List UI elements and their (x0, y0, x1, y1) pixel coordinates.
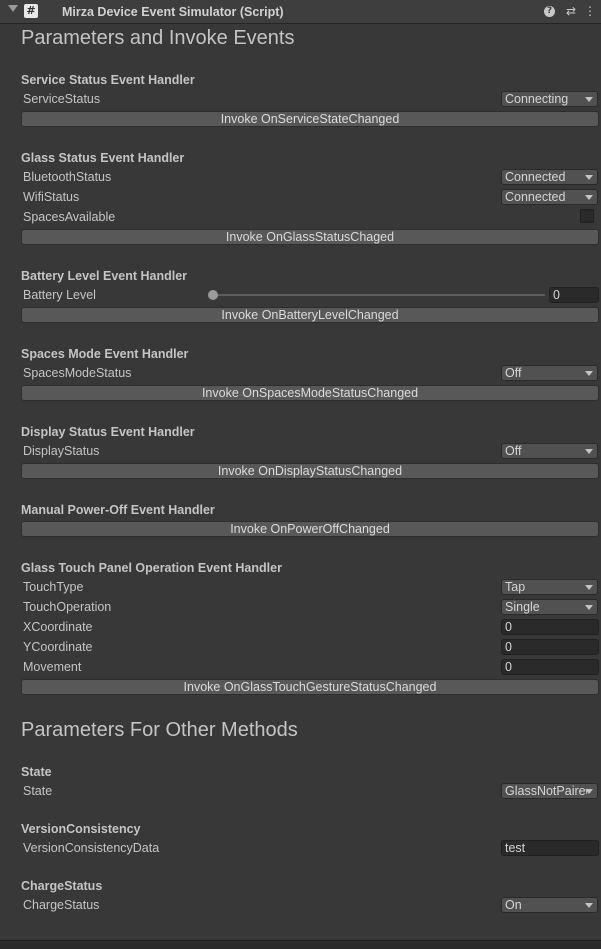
battery-level-label: Battery Level (23, 288, 96, 302)
x-coordinate-label: XCoordinate (23, 620, 93, 634)
bluetooth-status-value: Connected (505, 170, 566, 184)
touch-type-label: TouchType (23, 580, 84, 594)
wifi-status-dropdown[interactable]: Connected (501, 189, 598, 205)
group-title-display: Display Status Event Handler (21, 425, 195, 439)
presets-icon[interactable]: ⇄ (564, 4, 578, 18)
invoke-glass-touch-button[interactable]: Invoke OnGlassTouchGestureStatusChanged (21, 679, 599, 695)
service-status-dropdown[interactable]: Connecting (501, 91, 598, 107)
chevron-down-icon (585, 903, 593, 908)
bluetooth-status-label: BluetoothStatus (23, 170, 112, 184)
chevron-down-icon (585, 195, 593, 200)
y-coordinate-field[interactable]: 0 (501, 639, 599, 655)
touch-operation-dropdown[interactable]: Single (501, 599, 598, 615)
invoke-glass-status-button[interactable]: Invoke OnGlassStatusChaged (21, 229, 599, 245)
state-label: State (23, 784, 53, 798)
version-consistency-field[interactable]: test (501, 840, 599, 856)
spaces-mode-status-label: SpacesModeStatus (23, 366, 132, 380)
group-title-touch: Glass Touch Panel Operation Event Handle… (21, 561, 282, 575)
chevron-down-icon (585, 371, 593, 376)
touch-operation-label: TouchOperation (23, 600, 112, 614)
charge-status-dropdown[interactable]: On (501, 897, 598, 913)
component-header[interactable]: # Mirza Device Event Simulator (Script) … (0, 0, 601, 24)
movement-field[interactable]: 0 (501, 659, 599, 675)
service-status-label: ServiceStatus (23, 92, 101, 106)
touch-type-value: Tap (505, 580, 526, 594)
charge-status-label: ChargeStatus (23, 898, 100, 912)
battery-level-slider-thumb[interactable] (208, 290, 218, 300)
group-title-service: Service Status Event Handler (21, 73, 195, 87)
display-status-label: DisplayStatus (23, 444, 100, 458)
chevron-down-icon (585, 789, 593, 794)
spaces-available-checkbox[interactable] (580, 209, 594, 223)
wifi-status-label: WifiStatus (23, 190, 80, 204)
group-title-spaces-mode: Spaces Mode Event Handler (21, 347, 189, 361)
chevron-down-icon (585, 97, 593, 102)
chevron-down-icon (585, 585, 593, 590)
context-menu-icon[interactable]: ⋮ (583, 4, 597, 18)
script-icon: # (24, 4, 38, 18)
group-title-battery: Battery Level Event Handler (21, 269, 188, 283)
touch-type-dropdown[interactable]: Tap (501, 579, 598, 595)
wifi-status-value: Connected (505, 190, 566, 204)
service-status-value: Connecting (505, 92, 569, 106)
charge-status-value: On (505, 898, 522, 912)
display-status-dropdown[interactable]: Off (501, 443, 598, 459)
state-value: GlassNotPaired (505, 784, 587, 798)
display-status-value: Off (505, 444, 522, 458)
chevron-down-icon (585, 605, 593, 610)
group-title-version: VersionConsistency (21, 822, 141, 836)
version-consistency-label: VersionConsistencyData (23, 841, 160, 855)
y-coordinate-label: YCoordinate (23, 640, 93, 654)
group-title-state: State (21, 765, 52, 779)
group-title-power-off: Manual Power-Off Event Handler (21, 503, 215, 517)
invoke-battery-level-button[interactable]: Invoke OnBatteryLevelChanged (21, 307, 599, 323)
spaces-mode-status-value: Off (505, 366, 522, 380)
movement-label: Movement (23, 660, 82, 674)
group-title-charge: ChargeStatus (21, 879, 103, 893)
touch-operation-value: Single (505, 600, 540, 614)
invoke-spaces-mode-button[interactable]: Invoke OnSpacesModeStatusChanged (21, 385, 599, 401)
battery-level-field[interactable]: 0 (549, 287, 599, 303)
chevron-down-icon (585, 175, 593, 180)
spaces-available-label: SpacesAvailable (23, 210, 116, 224)
battery-level-slider-track[interactable] (213, 294, 545, 296)
component-title: Mirza Device Event Simulator (Script) (62, 5, 284, 19)
section-title-other: Parameters For Other Methods (21, 719, 298, 741)
group-title-glass: Glass Status Event Handler (21, 151, 185, 165)
invoke-service-state-button[interactable]: Invoke OnServiceStateChanged (21, 111, 599, 127)
invoke-power-off-button[interactable]: Invoke OnPowerOffChanged (21, 521, 599, 537)
section-title-invoke: Parameters and Invoke Events (21, 27, 295, 49)
invoke-display-status-button[interactable]: Invoke OnDisplayStatusChanged (21, 463, 599, 479)
spaces-mode-status-dropdown[interactable]: Off (501, 365, 598, 381)
x-coordinate-field[interactable]: 0 (501, 619, 599, 635)
chevron-down-icon (585, 449, 593, 454)
help-icon[interactable]: ? (544, 6, 555, 17)
bluetooth-status-dropdown[interactable]: Connected (501, 169, 598, 185)
foldout-arrow-icon[interactable] (8, 5, 18, 12)
state-dropdown[interactable]: GlassNotPaired (501, 783, 598, 799)
